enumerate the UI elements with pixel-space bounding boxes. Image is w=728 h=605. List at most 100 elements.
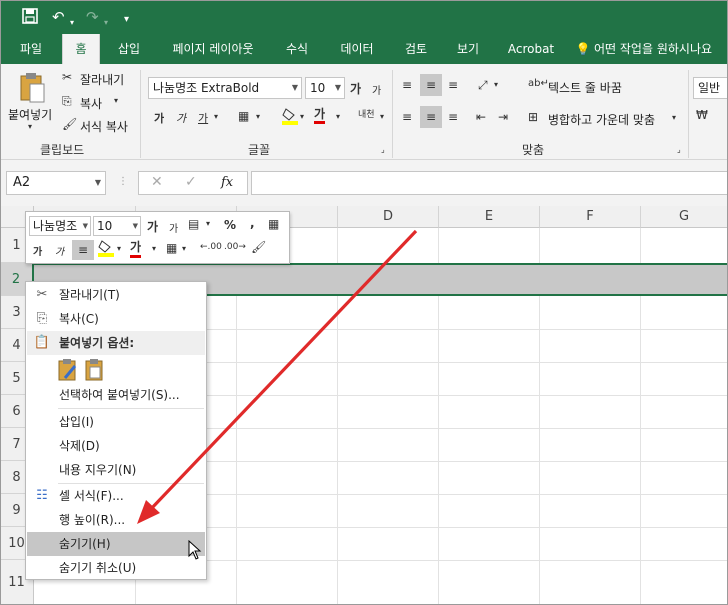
copy-button[interactable]: 복사 [80,95,102,112]
column-header-g[interactable]: G [641,206,728,228]
tab-data[interactable]: 데이터 [330,34,384,64]
tell-me-input[interactable]: 어떤 작업을 원하시나요 [594,34,728,64]
number-format-combo[interactable]: 일반 [693,77,728,99]
formula-input[interactable] [251,171,728,195]
lightbulb-icon[interactable]: 💡 [574,34,592,64]
chevron-down-icon[interactable]: ▼ [83,217,88,235]
chevron-down-icon[interactable]: ▾ [114,96,118,105]
chevron-down-icon[interactable]: ▼ [133,217,138,235]
chevron-down-icon[interactable]: ▾ [152,244,156,253]
menu-item-insert[interactable]: 삽입(I) [27,410,205,434]
accounting-format-icon[interactable]: ▤ [188,217,199,231]
chevron-down-icon[interactable]: ▾ [117,244,121,253]
chevron-down-icon[interactable]: ▾ [494,80,498,89]
format-painter-icon[interactable]: 🖌 [62,117,77,131]
menu-item-row-height[interactable]: 행 높이(R)... [27,508,205,532]
copy-icon[interactable]: ⎘ [62,94,72,109]
tab-page-layout[interactable]: 페이지 레이아웃 [160,34,266,64]
redo-icon[interactable]: ↷ [86,8,99,26]
format-table-icon[interactable]: ▦ [268,217,279,231]
fill-color-icon[interactable] [282,107,298,128]
font-color-button[interactable]: 가 [314,107,326,124]
align-bottom-icon[interactable]: ≡ [448,78,458,92]
shrink-font-icon[interactable]: 가 [372,82,381,97]
chevron-down-icon[interactable]: ▾ [380,112,384,121]
menu-item-hide[interactable]: 숨기기(H) [27,532,205,556]
cancel-icon[interactable]: ✕ [151,174,163,190]
enter-icon[interactable]: ✓ [185,174,197,190]
menu-item-clear-contents[interactable]: 내용 지우기(N) [27,458,205,482]
chevron-down-icon[interactable]: ▾ [104,14,108,32]
decrease-indent-icon[interactable]: ⇤ [476,110,486,124]
menu-item-unhide[interactable]: 숨기기 취소(U) [27,556,205,580]
chevron-down-icon[interactable]: ▼ [95,172,101,194]
column-header-d[interactable]: D [338,206,439,228]
menu-item-delete[interactable]: 삭제(D) [27,434,205,458]
cut-button[interactable]: 잘라내기 [80,71,124,88]
font-size-combo[interactable]: 10 ▼ [305,77,345,99]
drag-handle-icon[interactable]: ⋮ [118,176,128,187]
menu-item-paste-special[interactable]: 선택하여 붙여넣기(S)... [27,383,205,407]
center-align-button[interactable]: ≡ [72,240,94,260]
customize-icon[interactable]: ▾ [124,11,129,29]
increase-indent-icon[interactable]: ⇥ [498,110,508,124]
grow-font-icon[interactable]: 가 [147,218,158,235]
menu-item-cut[interactable]: ✂ 잘라내기(T) [27,283,205,307]
increase-decimal-button[interactable]: ←.00 [200,242,222,252]
insert-function-icon[interactable]: fx [221,175,233,190]
orientation-icon[interactable]: ⤢ [478,78,488,93]
menu-item-format-cells[interactable]: ☷ 셀 서식(F)... [27,484,205,508]
tab-review[interactable]: 검토 [394,34,438,64]
tab-insert[interactable]: 삽입 [108,34,150,64]
percent-button[interactable]: % [224,218,236,232]
chevron-down-icon[interactable]: ▾ [28,122,32,131]
tab-file[interactable]: 파일 [8,34,54,64]
paste-icon[interactable] [18,72,46,107]
underline-button[interactable]: 가 [198,110,208,126]
borders-icon[interactable]: ▦ [238,109,249,123]
fill-color-icon[interactable] [98,239,114,260]
wrap-text-icon[interactable]: ab↵ [528,78,549,89]
chevron-down-icon[interactable]: ▾ [300,112,304,121]
format-painter-icon[interactable]: 🖌 [251,240,266,254]
chevron-down-icon[interactable]: ▾ [182,244,186,253]
tab-acrobat[interactable]: Acrobat [502,34,560,64]
decrease-decimal-button[interactable]: .00→ [224,242,246,252]
name-box[interactable]: A2 ▼ [6,171,106,195]
comma-button[interactable]: , [250,216,255,230]
menu-item-copy[interactable]: ⎘ 복사(C) [27,307,205,331]
chevron-down-icon[interactable]: ▼ [292,78,298,98]
merge-center-button[interactable]: 병합하고 가운데 맞춤 [548,111,655,128]
align-left-icon[interactable]: ≡ [402,110,412,124]
paste-option-formatting-icon[interactable] [57,358,79,382]
borders-icon[interactable]: ▦ [166,241,177,255]
column-header-f[interactable]: F [540,206,641,228]
italic-button[interactable]: 가 [176,110,186,126]
mini-font-combo[interactable]: 나눔명조 ▼ [29,216,91,236]
cut-icon[interactable]: ✂ [62,70,72,84]
grow-font-icon[interactable]: 가 [350,80,361,97]
chevron-down-icon[interactable]: ▾ [672,113,676,122]
mini-size-combo[interactable]: 10 ▼ [93,216,141,236]
font-color-button[interactable]: 가 [130,240,142,258]
font-name-combo[interactable]: 나눔명조 ExtraBold ▼ [148,77,302,99]
save-icon[interactable] [22,8,38,28]
format-painter-button[interactable]: 서식 복사 [80,118,128,135]
align-top-icon[interactable]: ≡ [402,78,412,92]
align-right-icon[interactable]: ≡ [448,110,458,124]
merge-center-icon[interactable]: ⊞ [528,110,538,124]
dialog-launcher-icon[interactable]: ⌟ [677,145,681,154]
column-header-e[interactable]: E [439,206,540,228]
chevron-down-icon[interactable]: ▾ [70,14,74,32]
align-center-icon[interactable]: ≡ [420,106,442,128]
accounting-format-icon[interactable]: ₩ [696,108,708,122]
shrink-font-icon[interactable]: 가 [169,220,178,235]
align-middle-icon[interactable]: ≡ [420,74,442,96]
tab-view[interactable]: 보기 [446,34,490,64]
tab-home[interactable]: 홈 [62,34,100,64]
wrap-text-button[interactable]: 텍스트 줄 바꿈 [548,79,622,96]
chevron-down-icon[interactable]: ▾ [256,112,260,121]
chevron-down-icon[interactable]: ▾ [206,219,210,228]
undo-icon[interactable]: ↶ [52,8,65,26]
chevron-down-icon[interactable]: ▼ [335,78,341,98]
